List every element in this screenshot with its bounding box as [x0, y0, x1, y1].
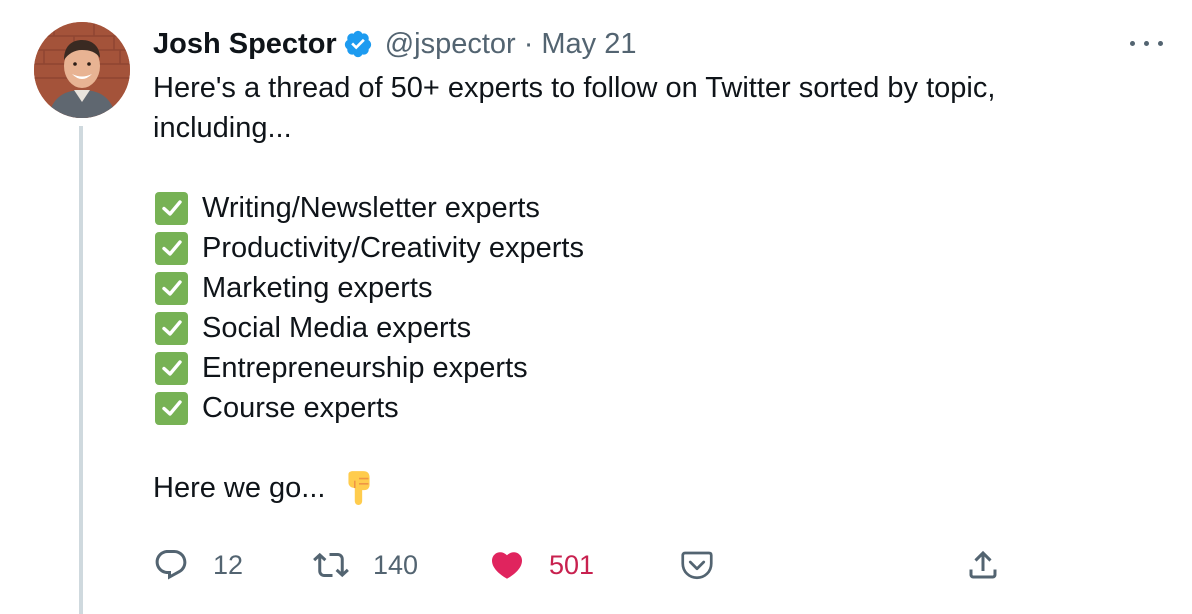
list-item-label: Productivity/Creativity experts	[202, 232, 584, 264]
check-mark-icon	[155, 351, 188, 385]
retweet-button[interactable]: 140	[313, 542, 418, 588]
action-bar: 12 140 501	[153, 542, 1033, 588]
list-item: Writing/Newsletter experts	[153, 188, 1113, 228]
pocket-icon	[679, 547, 715, 583]
more-options-icon[interactable]	[1128, 36, 1164, 50]
verified-badge-icon	[343, 29, 373, 59]
list-item-label: Marketing experts	[202, 272, 433, 304]
separator-dot: ·	[523, 27, 534, 60]
pocket-button[interactable]	[679, 542, 715, 588]
list-item-label: Writing/Newsletter experts	[202, 192, 540, 224]
avatar-photo	[34, 22, 130, 118]
intro-text: Here's a thread of 50+ experts to follow…	[153, 72, 996, 144]
outro-text: Here we go...	[153, 472, 326, 504]
list-item: Entrepreneurship experts	[153, 348, 1113, 388]
list-item-label: Course experts	[202, 392, 399, 424]
list-item-label: Entrepreneurship experts	[202, 352, 528, 384]
share-button[interactable]	[965, 542, 1001, 588]
retweet-count: 140	[373, 549, 419, 580]
like-count: 501	[549, 549, 595, 580]
author-name[interactable]: Josh Spector	[153, 28, 337, 61]
line-break	[153, 428, 1113, 468]
list-item: Social Media experts	[153, 308, 1113, 348]
list-item: Productivity/Creativity experts	[153, 228, 1113, 268]
like-button[interactable]: 501	[489, 542, 594, 588]
thread-connector-line	[79, 126, 83, 614]
check-mark-icon	[155, 391, 188, 425]
tweet: Josh Spector @jspector · May 21 Here's a…	[0, 0, 1192, 614]
outro-line: Here we go...	[153, 468, 1113, 508]
tweet-header: Josh Spector @jspector · May 21	[153, 24, 636, 64]
tweet-date[interactable]: May 21	[541, 28, 636, 61]
check-mark-icon	[155, 311, 188, 345]
check-mark-icon	[155, 271, 188, 305]
avatar[interactable]	[34, 22, 130, 118]
tweet-text: Here's a thread of 50+ experts to follow…	[153, 68, 1113, 508]
reply-count: 12	[213, 549, 244, 580]
check-mark-icon	[155, 231, 188, 265]
list-item: Marketing experts	[153, 268, 1113, 308]
share-icon	[965, 547, 1001, 583]
retweet-icon	[313, 547, 349, 583]
list-item: Course experts	[153, 388, 1113, 428]
list-item-label: Social Media experts	[202, 312, 472, 344]
reply-button[interactable]: 12	[153, 542, 243, 588]
check-mark-icon	[155, 191, 188, 225]
heart-icon	[489, 547, 525, 583]
line-break	[153, 148, 1113, 188]
author-handle[interactable]: @jspector	[385, 28, 516, 61]
pointing-down-icon	[340, 468, 378, 506]
reply-icon	[153, 547, 189, 583]
